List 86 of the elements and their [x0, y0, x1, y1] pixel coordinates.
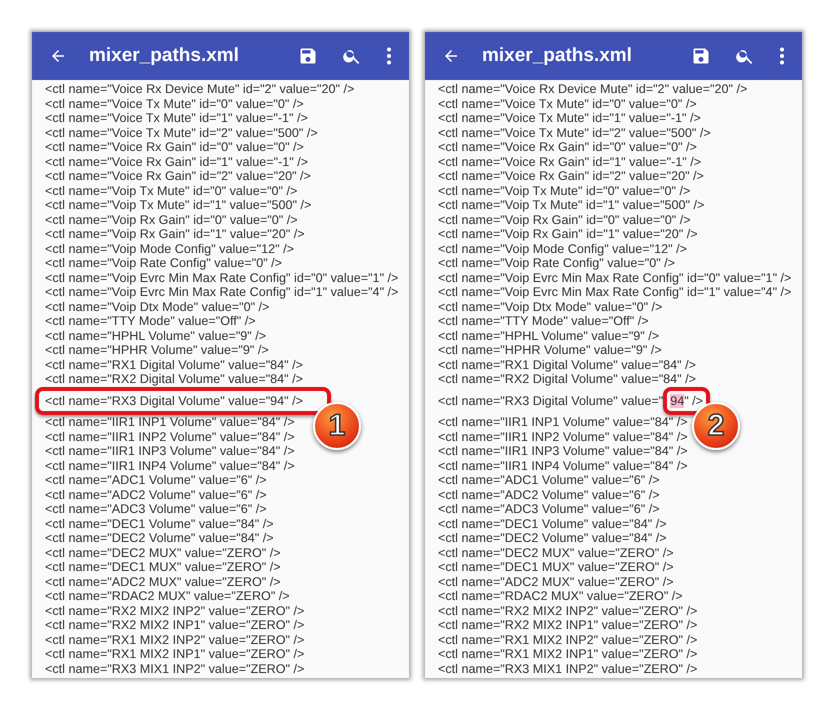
code-line: <ctl name="RX3 MIX1 INP2" value="ZERO" />	[438, 662, 698, 676]
code-line: <ctl name="DEC2 Volume" value="84" />	[45, 531, 274, 546]
code-line: <ctl name="Voip Evrc Min Max Rate Config" id="0" value="1" />	[438, 270, 792, 285]
code-line: <ctl name="RDAC2 MUX" value="ZERO" />	[45, 589, 290, 604]
code-line: <ctl name="Voip Evrc Min Max Rate Config" id="1" value="4" />	[45, 285, 398, 300]
code-line: <ctl name="IIR1 INP2 Volume" value="84" />	[438, 430, 688, 444]
more-options-icon[interactable]	[779, 47, 785, 65]
code-line: <ctl name="Voice Tx Mute" id="0" value="0" />	[438, 96, 697, 111]
code-line: <ctl name="Voice Rx Gain" id="2" value="20" />	[45, 169, 311, 184]
code-line: <ctl name="RX3 Digital Volume" value="94" />	[45, 394, 304, 408]
code-line: <ctl name="IIR1 INP3 Volume" value="84" />	[45, 444, 295, 458]
code-line: <ctl name="RX2 Digital Volume" value="84" />	[438, 372, 696, 386]
code-line: <ctl name="Voice Rx Gain" id="1" value="-1" />	[438, 154, 702, 169]
code-line: <ctl name="RDAC2 MUX" value="ZERO" />	[438, 589, 683, 604]
code-line: <ctl name="IIR1 INP3 Volume" value="84" />	[438, 444, 688, 458]
code-line: <ctl name="HPHR Volume" value="9" />	[45, 343, 269, 358]
code-line: <ctl name="ADC3 Volume" value="6" />	[45, 502, 267, 516]
code-line: <ctl name="RX2 MIX2 INP2" value="ZERO" />	[45, 604, 304, 618]
code-line: <ctl name="Voip Rx Gain" id="0" value="0" />	[45, 212, 298, 227]
code-line: <ctl name="Voice Tx Mute" id="2" value="500" />	[45, 126, 318, 140]
code-line: <ctl name="Voip Tx Mute" id="0" value="0" />	[438, 184, 690, 198]
code-line: <ctl name="Voip Tx Mute" id="1" value="500" />	[438, 198, 704, 212]
code-line: <ctl name="TTY Mode" value="Off" />	[438, 314, 649, 328]
code-line: <ctl name="DEC1 MUX" value="ZERO" />	[438, 560, 674, 574]
more-options-icon[interactable]	[386, 47, 392, 65]
code-line: <ctl name="RX2 MIX2 INP1" value="ZERO" />	[45, 618, 304, 632]
code-line: <ctl name="Voip Tx Mute" id="1" value="500" />	[45, 198, 312, 212]
code-line: <ctl name="DEC1 Volume" value="84" />	[438, 516, 667, 531]
code-line: <ctl name="ADC2 MUX" value="ZERO" />	[45, 574, 281, 589]
code-line: <ctl name="RX1 MIX2 INP1" value="ZERO" />	[45, 647, 304, 662]
code-line: <ctl name="Voice Tx Mute" id="2" value="500" />	[438, 126, 711, 140]
code-line: <ctl name="DEC1 MUX" value="ZERO" />	[45, 560, 281, 574]
code-line: <ctl name="Voice Tx Mute" id="0" value="0" />	[45, 96, 304, 111]
code-line: <ctl name="RX1 MIX2 INP2" value="ZERO" />	[438, 632, 698, 647]
code-line: <ctl name="RX3 MIX1 INP2" value="ZERO" />	[45, 662, 304, 676]
code-line: <ctl name="ADC1 Volume" value="6" />	[438, 473, 660, 488]
code-line: <ctl name="Voip Dtx Mode" value="0" />	[438, 300, 662, 314]
code-line: <ctl name="Voice Rx Device Mute" id="2" value="20" />	[438, 82, 748, 96]
code-line: <ctl name="RX1 Digital Volume" value="84" />	[45, 358, 304, 372]
code-line: <ctl name="HPHR Volume" value="9" />	[438, 343, 662, 358]
file-title: mixer_paths.xml	[89, 44, 239, 68]
code-line: <ctl name="IIR1 INP1 Volume" value="84" />	[45, 415, 295, 430]
code-line: <ctl name="RX2 MIX2 INP2" value="ZERO" />	[438, 604, 698, 618]
code-line: <ctl name="TTY Mode" value="Off" />	[45, 314, 256, 328]
code-line: <ctl name="RX2 Digital Volume" value="84" />	[45, 372, 304, 386]
code-line: <ctl name="Voice Rx Gain" id="1" value="-1" />	[45, 154, 308, 169]
code-line: <ctl name="Voip Rx Gain" id="1" value="20" />	[45, 227, 305, 242]
code-line: <ctl name="HPHL Volume" value="9" />	[45, 328, 266, 343]
code-line: <ctl name="Voip Rx Gain" id="0" value="0" />	[438, 212, 691, 227]
code-line: <ctl name="ADC2 MUX" value="ZERO" />	[438, 574, 674, 589]
code-line: <ctl name="IIR1 INP1 Volume" value="84" />	[438, 415, 688, 430]
code-line: <ctl name="ADC2 Volume" value="6" />	[438, 488, 660, 502]
code-line: <ctl name="DEC2 MUX" value="ZERO" />	[438, 546, 674, 560]
code-line: <ctl name="Voip Evrc Min Max Rate Config" id="0" value="1" />	[45, 270, 398, 285]
code-line: <ctl name="ADC3 Volume" value="6" />	[438, 502, 660, 516]
code-line: <ctl name="RX1 MIX2 INP1" value="ZERO" />	[438, 647, 698, 662]
code-line: <ctl name="Voip Rate Config" value="0" />	[45, 256, 282, 270]
code-line: <ctl name="Voice Tx Mute" id="1" value="-1" />	[45, 111, 308, 126]
code-line: <ctl name="Voice Rx Gain" id="2" value="20" />	[438, 169, 704, 184]
code-line: <ctl name="Voice Tx Mute" id="1" value="-1" />	[438, 111, 701, 126]
code-line: <ctl name="RX2 MIX2 INP1" value="ZERO" />	[438, 618, 698, 632]
code-line: <ctl name="Voip Tx Mute" id="0" value="0" />	[45, 184, 298, 198]
code-line: <ctl name="DEC2 Volume" value="84" />	[438, 531, 667, 546]
code-line: <ctl name="ADC1 Volume" value="6" />	[45, 473, 267, 488]
code-line: <ctl name="Voice Rx Gain" id="0" value="0" />	[45, 140, 304, 154]
save-icon[interactable]	[691, 46, 711, 66]
code-line: <ctl name="DEC2 MUX" value="ZERO" />	[45, 546, 281, 560]
code-line: <ctl name="Voip Mode Config" value="12" />	[45, 242, 294, 256]
code-line: <ctl name="Voip Dtx Mode" value="0" />	[45, 300, 270, 314]
code-line: <ctl name="ADC2 Volume" value="6" />	[45, 488, 267, 502]
code-line: <ctl name="Voip Rate Config" value="0" />	[438, 256, 676, 270]
code-line: <ctl name="DEC1 Volume" value="84" />	[45, 516, 274, 531]
code-line: <ctl name="HPHL Volume" value="9" />	[438, 328, 660, 343]
code-line: <ctl name="IIR1 INP4 Volume" value="84" />	[45, 458, 295, 473]
code-line: <ctl name="RX1 Digital Volume" value="84" />	[438, 358, 696, 372]
code-line: <ctl name="RX1 MIX2 INP2" value="ZERO" />	[45, 632, 304, 647]
save-icon[interactable]	[298, 46, 318, 66]
code-line: <ctl name="IIR1 INP2 Volume" value="84" />	[45, 430, 295, 444]
code-line: <ctl name="Voip Mode Config" value="12" />	[438, 242, 687, 256]
code-line: <ctl name="Voip Evrc Min Max Rate Config" id="1" value="4" />	[438, 285, 792, 300]
file-title: mixer_paths.xml	[482, 44, 632, 68]
step-number-badge: 1	[313, 402, 362, 450]
code-line: <ctl name="Voice Rx Gain" id="0" value="0" />	[438, 140, 697, 154]
code-line: <ctl name="IIR1 INP4 Volume" value="84" />	[438, 458, 688, 473]
code-line: <ctl name="Voice Rx Device Mute" id="2" value="20" />	[45, 82, 354, 96]
code-line: <ctl name="Voip Rx Gain" id="1" value="20" />	[438, 227, 698, 242]
